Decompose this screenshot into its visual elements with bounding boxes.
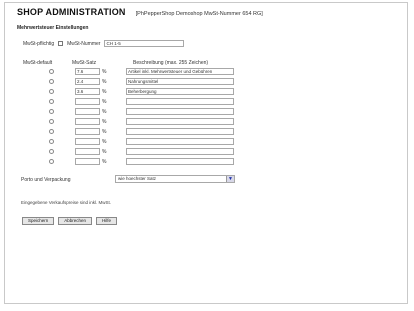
default-radio[interactable] <box>49 79 54 84</box>
description-input[interactable] <box>126 108 234 115</box>
percent-label: % <box>102 129 107 135</box>
percent-label: % <box>102 109 107 115</box>
percent-label: % <box>102 69 107 75</box>
description-input[interactable] <box>126 78 234 85</box>
percent-label: % <box>102 79 107 85</box>
percent-label: % <box>102 119 107 125</box>
percent-label: % <box>102 139 107 145</box>
rate-input[interactable] <box>75 128 100 135</box>
column-header-description: Beschreibung (max. 255 Zeichen) <box>133 60 209 66</box>
app-title: SHOP ADMINISTRATION <box>17 7 126 17</box>
description-input[interactable] <box>126 148 234 155</box>
ust-checkbox-label: MwSt-pflichtig <box>23 40 55 47</box>
ust-number-input[interactable] <box>104 40 185 47</box>
description-input[interactable] <box>126 158 234 165</box>
cancel-button[interactable]: Abbrechen <box>58 217 93 225</box>
page-header: SHOP ADMINISTRATION [PhPepperShop Demosh… <box>17 7 263 17</box>
percent-label: % <box>102 159 107 165</box>
description-input[interactable] <box>126 118 234 125</box>
percent-label: % <box>102 89 107 95</box>
porto-label: Porto und Verpackung <box>21 177 71 183</box>
rate-input[interactable] <box>75 68 100 75</box>
description-input[interactable] <box>126 128 234 135</box>
rate-input[interactable] <box>75 118 100 125</box>
ust-row: MwSt-pflichtig MwSt-Nummer <box>23 40 185 47</box>
help-button[interactable]: Hilfe <box>96 217 118 225</box>
rate-input[interactable] <box>75 138 100 145</box>
default-radio[interactable] <box>49 99 54 104</box>
rate-input[interactable] <box>75 148 100 155</box>
default-radio[interactable] <box>49 149 54 154</box>
ust-checkbox[interactable] <box>58 41 64 46</box>
percent-label: % <box>102 149 107 155</box>
default-radio[interactable] <box>49 129 54 134</box>
shop-info: [PhPepperShop Demoshop MwSt-Nummer 654 R… <box>135 11 263 17</box>
rate-input[interactable] <box>75 98 100 105</box>
column-header-rate: MwSt-Satz <box>72 60 97 66</box>
default-radio[interactable] <box>49 159 54 164</box>
description-input[interactable] <box>126 98 234 105</box>
rate-input[interactable] <box>75 108 100 115</box>
description-input[interactable] <box>126 88 234 95</box>
default-radio[interactable] <box>49 109 54 114</box>
percent-label: % <box>102 99 107 105</box>
porto-select[interactable]: wie hoechster Satz ▼ <box>115 175 235 183</box>
default-radio[interactable] <box>49 139 54 144</box>
default-radio[interactable] <box>49 69 54 74</box>
rate-input[interactable] <box>75 78 100 85</box>
description-input[interactable] <box>126 138 234 145</box>
description-input[interactable] <box>126 68 234 75</box>
section-title: Mehrwertsteuer Einstellungen <box>17 25 89 31</box>
column-header-default: MwSt-default <box>23 60 53 66</box>
save-button[interactable]: Speichern <box>22 217 55 225</box>
chevron-down-icon[interactable]: ▼ <box>226 176 234 182</box>
price-note: Eingegebene Verkaufspreise sind inkl. Mw… <box>21 200 112 205</box>
rate-input[interactable] <box>75 158 100 165</box>
admin-window: SHOP ADMINISTRATION [PhPepperShop Demosh… <box>4 2 408 304</box>
porto-select-value: wie hoechster Satz <box>118 176 157 181</box>
default-radio[interactable] <box>49 89 54 94</box>
button-row: Speichern Abbrechen Hilfe <box>22 217 118 225</box>
default-radio[interactable] <box>49 119 54 124</box>
ust-number-label: MwSt-Nummer <box>67 40 101 47</box>
rate-input[interactable] <box>75 88 100 95</box>
